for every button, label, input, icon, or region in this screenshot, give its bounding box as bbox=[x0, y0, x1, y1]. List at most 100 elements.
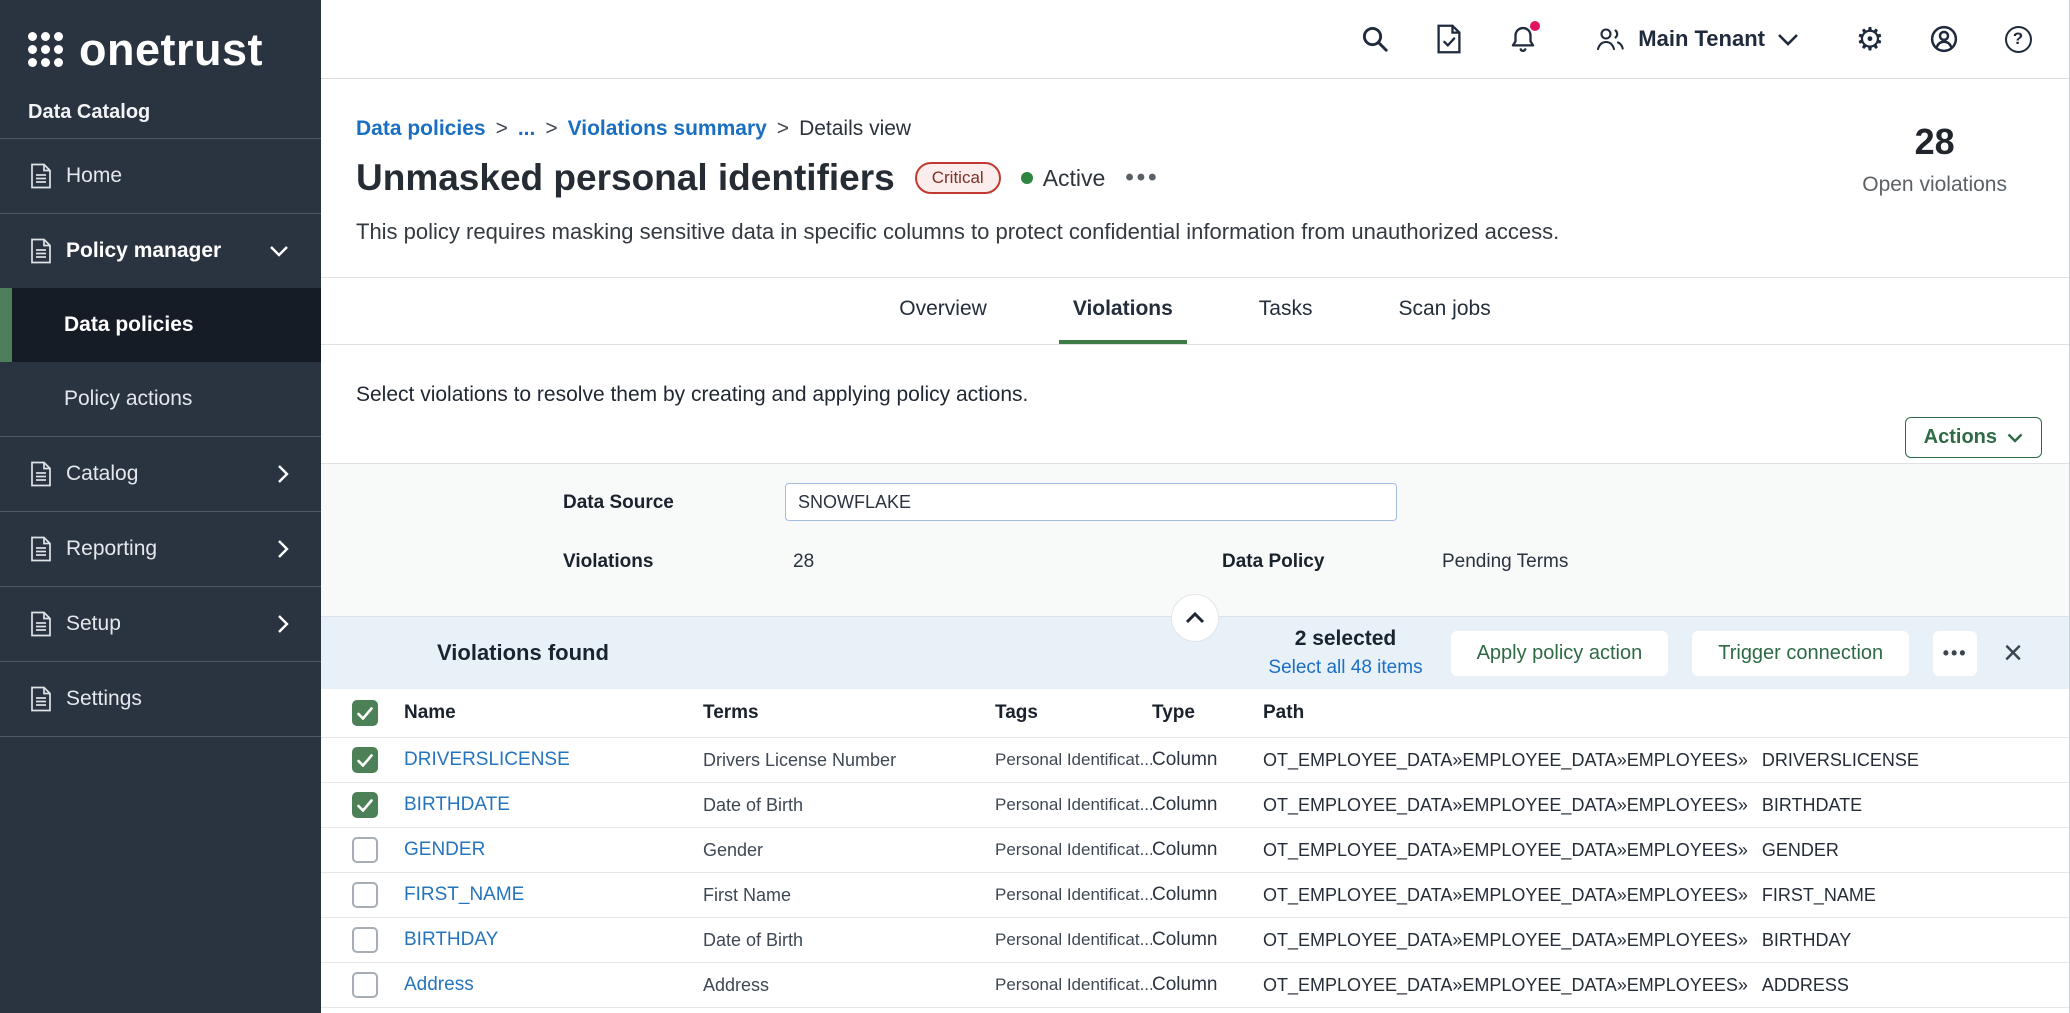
search-icon[interactable] bbox=[1358, 22, 1392, 56]
page-title: Unmasked personal identifiers bbox=[356, 157, 895, 199]
tab-overview[interactable]: Overview bbox=[885, 278, 1001, 344]
row-checkbox[interactable] bbox=[352, 927, 378, 953]
document-icon bbox=[30, 686, 52, 712]
tags-cell: Personal Identificat... bbox=[995, 975, 1152, 995]
row-checkbox[interactable] bbox=[352, 792, 378, 818]
data-source-input[interactable] bbox=[785, 483, 1397, 521]
sidebar-item-label: Reporting bbox=[66, 537, 277, 561]
select-all-link[interactable]: Select all 48 items bbox=[1268, 657, 1422, 679]
violation-name-link[interactable]: BIRTHDATE bbox=[404, 794, 703, 816]
tags-cell: Personal Identificat... bbox=[995, 930, 1152, 950]
brand-logo[interactable]: onetrust bbox=[0, 0, 321, 79]
violation-name-link[interactable]: BIRTHDAY bbox=[404, 929, 703, 951]
column-header-terms[interactable]: Terms bbox=[703, 702, 995, 724]
column-header-type[interactable]: Type bbox=[1152, 702, 1263, 724]
sidebar: onetrust Data Catalog Home Policy manage… bbox=[0, 0, 321, 1013]
document-icon bbox=[30, 163, 52, 189]
sidebar-item-setup[interactable]: Setup bbox=[0, 587, 321, 661]
terms-cell: Address bbox=[703, 975, 995, 996]
column-header-path[interactable]: Path bbox=[1263, 702, 2069, 724]
violations-found-title: Violations found bbox=[437, 640, 609, 666]
instruction-text: Select violations to resolve them by cre… bbox=[356, 383, 1028, 407]
tab-violations[interactable]: Violations bbox=[1059, 278, 1187, 344]
type-cell: Column bbox=[1152, 794, 1263, 816]
selected-count: 2 selected bbox=[1268, 627, 1422, 651]
document-icon bbox=[30, 461, 52, 487]
filter-panel: Data Source Violations 28 Data Policy Pe… bbox=[321, 463, 2069, 617]
document-icon bbox=[30, 238, 52, 264]
tab-bar: Overview Violations Tasks Scan jobs bbox=[321, 277, 2069, 345]
severity-badge: Critical bbox=[915, 162, 1001, 194]
sidebar-item-policy-manager[interactable]: Policy manager bbox=[0, 214, 321, 288]
breadcrumb-link[interactable]: Violations summary bbox=[568, 117, 767, 141]
select-all-checkbox[interactable] bbox=[352, 700, 378, 726]
violations-table: Name Terms Tags Type Path DRIVERSLICENSE… bbox=[321, 689, 2069, 1013]
sidebar-item-catalog[interactable]: Catalog bbox=[0, 437, 321, 511]
violation-name-link[interactable]: GENDER bbox=[404, 839, 703, 861]
dots-grid-icon bbox=[28, 32, 63, 67]
chevron-right-icon bbox=[277, 614, 289, 634]
breadcrumb: Data policies > ... > Violations summary… bbox=[356, 117, 2069, 141]
chevron-down-icon bbox=[1777, 33, 1799, 46]
more-actions-button[interactable]: ••• bbox=[1933, 631, 1977, 676]
close-icon[interactable]: × bbox=[2003, 636, 2023, 670]
sidebar-item-label: Settings bbox=[66, 687, 321, 711]
terms-cell: Gender bbox=[703, 840, 995, 861]
sidebar-item-policy-actions[interactable]: Policy actions bbox=[0, 362, 321, 436]
type-cell: Column bbox=[1152, 749, 1263, 771]
account-icon[interactable] bbox=[1927, 22, 1961, 56]
column-header-name[interactable]: Name bbox=[404, 702, 703, 724]
document-check-icon[interactable] bbox=[1432, 22, 1466, 56]
notifications-bell-icon[interactable] bbox=[1506, 22, 1540, 56]
chevron-right-icon bbox=[277, 539, 289, 559]
document-icon bbox=[30, 536, 52, 562]
row-checkbox[interactable] bbox=[352, 837, 378, 863]
tab-tasks[interactable]: Tasks bbox=[1245, 278, 1327, 344]
tenant-selector[interactable]: Main Tenant bbox=[1594, 25, 1799, 53]
sidebar-item-label: Policy actions bbox=[64, 387, 321, 411]
row-checkbox[interactable] bbox=[352, 882, 378, 908]
tab-scan-jobs[interactable]: Scan jobs bbox=[1384, 278, 1504, 344]
path-cell: OT_EMPLOYEE_DATA»EMPLOYEE_DATA»EMPLOYEES… bbox=[1263, 930, 2069, 951]
row-checkbox[interactable] bbox=[352, 972, 378, 998]
sidebar-item-label: Setup bbox=[66, 612, 277, 636]
actions-button[interactable]: Actions bbox=[1905, 417, 2042, 458]
collapse-panel-button[interactable] bbox=[1171, 594, 1219, 642]
column-header-tags[interactable]: Tags bbox=[995, 702, 1152, 724]
sidebar-item-home[interactable]: Home bbox=[0, 139, 321, 213]
chevron-up-icon bbox=[1185, 612, 1205, 624]
terms-cell: Date of Birth bbox=[703, 795, 995, 816]
table-row: FIRST_NAME First Name Personal Identific… bbox=[321, 872, 2069, 917]
data-policy-value: Pending Terms bbox=[1442, 551, 1568, 573]
breadcrumb-link-ellipsis[interactable]: ... bbox=[518, 117, 536, 141]
path-cell: OT_EMPLOYEE_DATA»EMPLOYEE_DATA»EMPLOYEES… bbox=[1263, 750, 2069, 771]
sidebar-item-label: Home bbox=[66, 164, 321, 188]
breadcrumb-current: Details view bbox=[799, 117, 911, 141]
chevron-down-icon bbox=[269, 245, 289, 257]
ellipsis-menu-icon[interactable]: ••• bbox=[1125, 172, 1159, 184]
sidebar-item-reporting[interactable]: Reporting bbox=[0, 512, 321, 586]
sidebar-item-settings[interactable]: Settings bbox=[0, 662, 321, 736]
violation-name-link[interactable]: Address bbox=[404, 974, 703, 996]
table-row: GENDER Gender Personal Identificat... Co… bbox=[321, 827, 2069, 872]
row-checkbox[interactable] bbox=[352, 747, 378, 773]
open-violations-stat: 28 Open violations bbox=[1862, 121, 2007, 197]
sidebar-item-data-policies[interactable]: Data policies bbox=[0, 288, 321, 362]
trigger-connection-button[interactable]: Trigger connection bbox=[1692, 631, 1909, 676]
main-area: Main Tenant ⚙ ? Data policies > ... > Vi… bbox=[321, 0, 2070, 1013]
breadcrumb-separator: > bbox=[777, 117, 789, 141]
gear-icon[interactable]: ⚙ bbox=[1853, 22, 1887, 56]
tags-cell: Personal Identificat... bbox=[995, 750, 1152, 770]
help-icon[interactable]: ? bbox=[2001, 22, 2035, 56]
apply-policy-action-button[interactable]: Apply policy action bbox=[1451, 631, 1669, 676]
table-row: DRIVERSLICENSE Drivers License Number Pe… bbox=[321, 737, 2069, 782]
chevron-down-icon bbox=[2007, 433, 2023, 443]
type-cell: Column bbox=[1152, 929, 1263, 951]
violation-name-link[interactable]: FIRST_NAME bbox=[404, 884, 703, 906]
policy-description: This policy requires masking sensitive d… bbox=[356, 219, 2069, 245]
type-cell: Column bbox=[1152, 974, 1263, 996]
breadcrumb-link[interactable]: Data policies bbox=[356, 117, 486, 141]
violation-name-link[interactable]: DRIVERSLICENSE bbox=[404, 749, 703, 771]
sidebar-nav: Home Policy manager Data policies Policy… bbox=[0, 138, 321, 737]
terms-cell: Date of Birth bbox=[703, 930, 995, 951]
